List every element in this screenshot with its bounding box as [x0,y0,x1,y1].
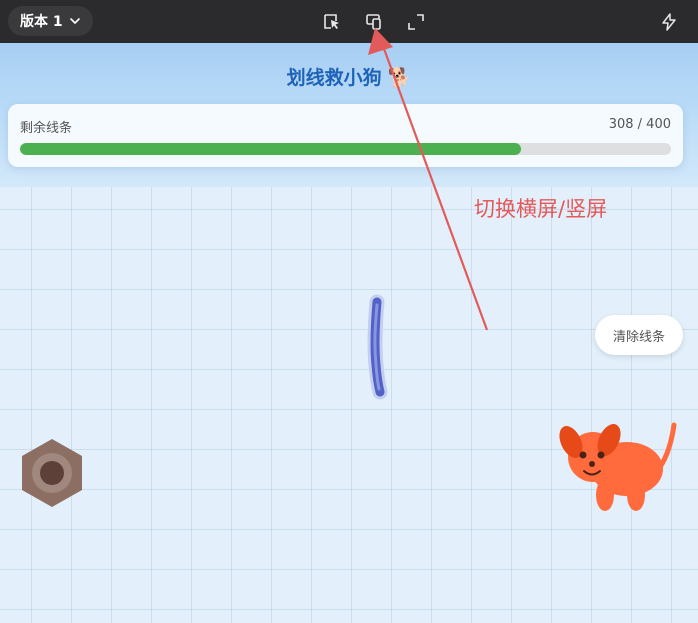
device-rotate-icon[interactable] [362,10,386,34]
dog-icon [559,422,677,511]
fullscreen-icon[interactable] [404,10,428,34]
cursor-select-icon[interactable] [320,10,344,34]
clear-lines-button[interactable]: 清除线条 [595,315,683,355]
game-canvas[interactable]: 划线救小狗 🐕 剩余线条 308 / 400 清除线条 [0,43,698,623]
top-toolbar: 版本 1 [0,0,698,43]
magic-spark-icon[interactable] [657,10,681,34]
version-label: 版本 1 [20,14,63,30]
annotation-label: 切换横屏/竖屏 [474,197,608,221]
chevron-down-icon [69,15,81,27]
version-selector[interactable]: 版本 1 [8,6,93,36]
